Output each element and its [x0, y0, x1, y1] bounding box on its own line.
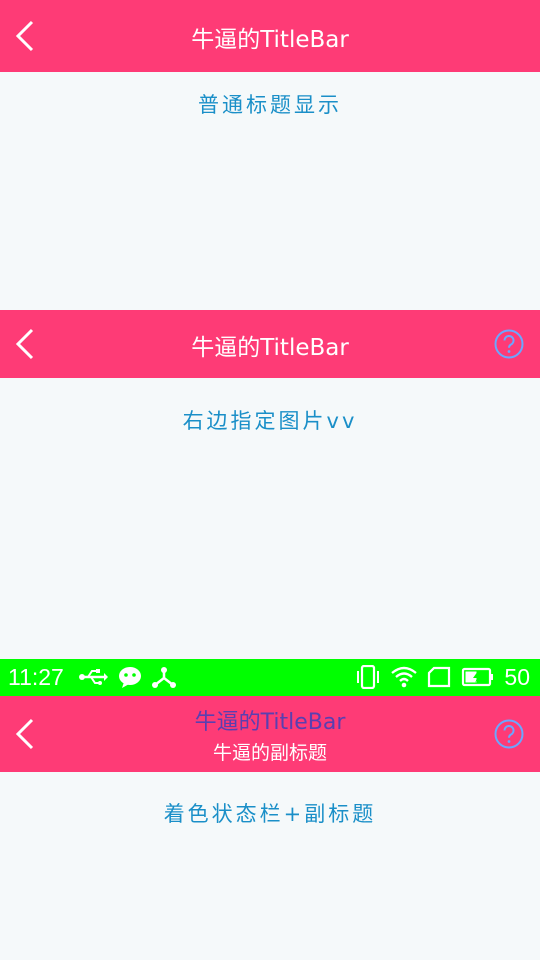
- status-time: 11:27: [8, 664, 64, 690]
- titlebar-subtitle: 牛逼的副标题: [212, 742, 327, 764]
- sim-icon: [427, 666, 451, 688]
- titlebar-title: 牛逼的TitleBar: [194, 710, 346, 735]
- titlebar-title: 牛逼的TitleBar: [191, 335, 349, 361]
- usb-icon: [79, 669, 108, 685]
- vibrate-icon: [357, 665, 379, 689]
- normal-title-label: 普通标题显示: [198, 93, 342, 117]
- right-image-label: 右边指定图片vv: [182, 409, 358, 433]
- share-icon: [152, 667, 176, 688]
- titlebar-with-subtitle: 牛逼的TitleBar 牛逼的副标题: [0, 696, 540, 772]
- help-icon[interactable]: [494, 719, 524, 749]
- battery-icon: [461, 667, 493, 687]
- wifi-icon: [391, 666, 417, 688]
- battery-level: 50: [504, 664, 530, 690]
- wechat-icon: [119, 667, 141, 688]
- titlebar-with-right-image: 牛逼的TitleBar: [0, 310, 540, 378]
- tinted-statusbar-label: 着色状态栏+副标题: [163, 802, 377, 826]
- titlebar-title: 牛逼的TitleBar: [191, 27, 349, 53]
- help-icon[interactable]: [494, 329, 524, 359]
- titlebar-normal: 牛逼的TitleBar: [0, 0, 540, 72]
- status-bar: 11:27 50: [0, 659, 540, 696]
